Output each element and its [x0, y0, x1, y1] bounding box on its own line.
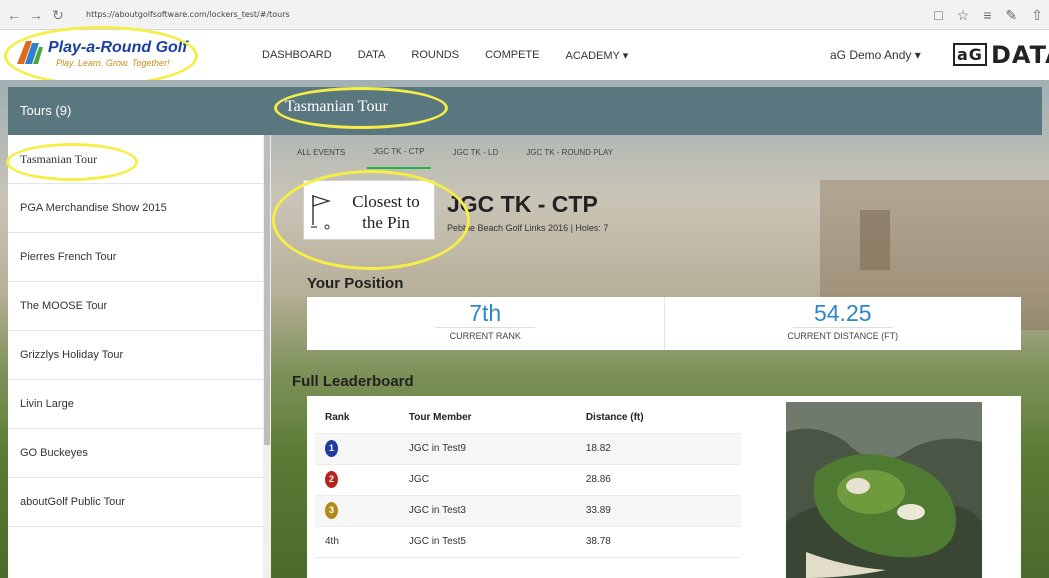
closest-to-pin-label: Closest to the Pin — [338, 191, 434, 233]
your-position-panel: 7th CURRENT RANK 54.25 CURRENT DISTANCE … — [307, 297, 1021, 350]
app-header: Play-a-Round Golf Play. Learn. Grow. Tog… — [0, 26, 1049, 86]
tours-sidebar: Tours (9) Tasmanian Tour PGA Merchandise… — [8, 87, 271, 578]
nav-compete[interactable]: COMPETE — [485, 49, 539, 61]
main-nav: DASHBOARD DATA ROUNDS COMPETE ACADEMY ▾ — [262, 30, 628, 80]
ctp-label-line-1: Closest to — [352, 192, 420, 211]
ctp-label-line-2: the Pin — [362, 213, 410, 232]
leaderboard-panel: Rank Tour Member Distance (ft) 1 JGC in … — [307, 396, 1021, 578]
table-row[interactable]: 2 JGC 28.86 — [315, 464, 741, 496]
table-header-row: Rank Tour Member Distance (ft) — [315, 402, 741, 434]
current-distance-label: CURRENT DISTANCE (FT) — [787, 331, 899, 341]
column-header-distance[interactable]: Distance (ft) — [575, 402, 741, 434]
table-row[interactable]: 4th JGC in Test5 38.78 — [315, 526, 741, 558]
current-rank-cell: 7th CURRENT RANK — [307, 297, 665, 350]
flag-pin-icon — [311, 195, 332, 230]
sidebar-item-pierres-french-tour[interactable]: Pierres French Tour — [8, 233, 271, 282]
sidebar-item-grizzlys-holiday-tour[interactable]: Grizzlys Holiday Tour — [8, 331, 271, 380]
tab-all-events[interactable]: ALL EVENTS — [291, 137, 351, 168]
back-arrow-icon[interactable]: ← — [6, 7, 22, 23]
logo-tagline: Play. Learn. Grow. Together! — [56, 58, 170, 68]
rank-cell: 3 — [315, 495, 399, 527]
divider — [792, 327, 893, 328]
closest-to-pin-event-icon: Closest to the Pin — [303, 180, 435, 240]
nav-academy[interactable]: ACADEMY ▾ — [565, 49, 628, 62]
your-position-heading: Your Position — [307, 275, 404, 292]
leaderboard-table: Rank Tour Member Distance (ft) 1 JGC in … — [315, 402, 741, 558]
member-cell: JGC in Test5 — [398, 526, 576, 558]
rank-cell: 4th — [315, 526, 399, 558]
sidebar-item-pga-merchandise-show[interactable]: PGA Merchandise Show 2015 — [8, 184, 271, 233]
sidebar-item-moose-tour[interactable]: The MOOSE Tour — [8, 282, 271, 331]
current-rank-label: CURRENT RANK — [449, 331, 521, 341]
hub-icon[interactable]: ≡ — [983, 7, 991, 24]
web-note-icon[interactable]: ✎ — [1006, 7, 1018, 24]
favorite-star-icon[interactable]: ☆ — [957, 7, 970, 24]
brand-box: aG — [953, 43, 987, 66]
tab-jgc-tk-ctp[interactable]: JGC TK - CTP — [367, 136, 431, 169]
current-distance-cell: 54.25 CURRENT DISTANCE (FT) — [665, 297, 1022, 350]
refresh-icon[interactable]: ↻ — [50, 7, 66, 23]
distance-cell: 28.86 — [575, 464, 741, 496]
first-place-medal-icon: 1 — [325, 440, 338, 457]
column-header-rank[interactable]: Rank — [315, 402, 399, 434]
member-cell: JGC in Test9 — [398, 433, 576, 465]
share-icon[interactable]: ⇧ — [1031, 7, 1043, 24]
logo-mark-icon — [17, 41, 43, 64]
table-row[interactable]: 3 JGC in Test3 33.89 — [315, 495, 741, 527]
event-title: JGC TK - CTP — [447, 191, 598, 217]
current-rank-value: 7th — [469, 300, 502, 326]
nav-data[interactable]: DATA — [358, 49, 386, 61]
nav-rounds[interactable]: ROUNDS — [411, 49, 459, 61]
tour-detail-panel: Tasmanian Tour ALL EVENTS JGC TK - CTP J… — [271, 87, 1042, 578]
address-bar[interactable]: https://aboutgolfsoftware.com/lockers_te… — [82, 5, 722, 25]
member-cell: JGC in Test3 — [398, 495, 576, 527]
nav-dashboard[interactable]: DASHBOARD — [262, 49, 332, 61]
tab-jgc-tk-ld[interactable]: JGC TK - LD — [447, 137, 505, 168]
sidebar-item-aboutgolf-public-tour[interactable]: aboutGolf Public Tour — [8, 478, 271, 527]
divider — [435, 327, 536, 328]
sidebar-item-tasmanian-tour[interactable]: Tasmanian Tour — [8, 135, 271, 184]
distance-cell: 18.82 — [575, 433, 741, 465]
column-header-tour-member[interactable]: Tour Member — [398, 402, 576, 434]
current-distance-value: 54.25 — [813, 300, 872, 326]
logo-name: Play-a-Round Golf — [48, 39, 188, 56]
distance-cell: 33.89 — [575, 495, 741, 527]
tours-sidebar-title: Tours (9) — [8, 87, 271, 135]
sidebar-scrollbar[interactable] — [263, 135, 271, 578]
browser-toolbar: □ ☆ ≡ ✎ ⇧ — [934, 7, 1043, 24]
rank-cell: 2 — [315, 464, 399, 496]
distance-cell: 38.78 — [575, 526, 741, 558]
sidebar-item-livin-large[interactable]: Livin Large — [8, 380, 271, 429]
rank-cell: 1 — [315, 433, 399, 465]
third-place-medal-icon: 3 — [325, 502, 338, 519]
event-tabs: ALL EVENTS JGC TK - CTP JGC TK - LD JGC … — [271, 135, 1042, 170]
second-place-medal-icon: 2 — [325, 471, 338, 488]
ag-data-brand: aGDATATM — [953, 41, 1049, 69]
event-subtitle: Pebble Beach Golf Links 2016 | Holes: 7 — [447, 223, 609, 233]
sidebar-scrollbar-thumb[interactable] — [264, 135, 270, 445]
member-cell: JGC — [398, 464, 576, 496]
tour-title: Tasmanian Tour — [271, 87, 1042, 135]
play-a-round-golf-logo[interactable]: Play-a-Round Golf Play. Learn. Grow. Tog… — [12, 35, 188, 75]
hole-aerial-map-image — [786, 402, 982, 578]
tab-jgc-tk-round-play[interactable]: JGC TK - ROUND PLAY — [520, 137, 619, 168]
sidebar-item-go-buckeyes[interactable]: GO Buckeyes — [8, 429, 271, 478]
forward-arrow-icon[interactable]: → — [28, 7, 44, 23]
user-menu[interactable]: aG Demo Andy ▾ — [830, 48, 921, 62]
browser-chrome: ← → ↻ https://aboutgolfsoftware.com/lock… — [0, 0, 1049, 30]
brand-text: DATA — [990, 41, 1049, 69]
reading-view-icon[interactable]: □ — [934, 7, 942, 24]
full-leaderboard-heading: Full Leaderboard — [292, 373, 414, 390]
table-row[interactable]: 1 JGC in Test9 18.82 — [315, 433, 741, 465]
